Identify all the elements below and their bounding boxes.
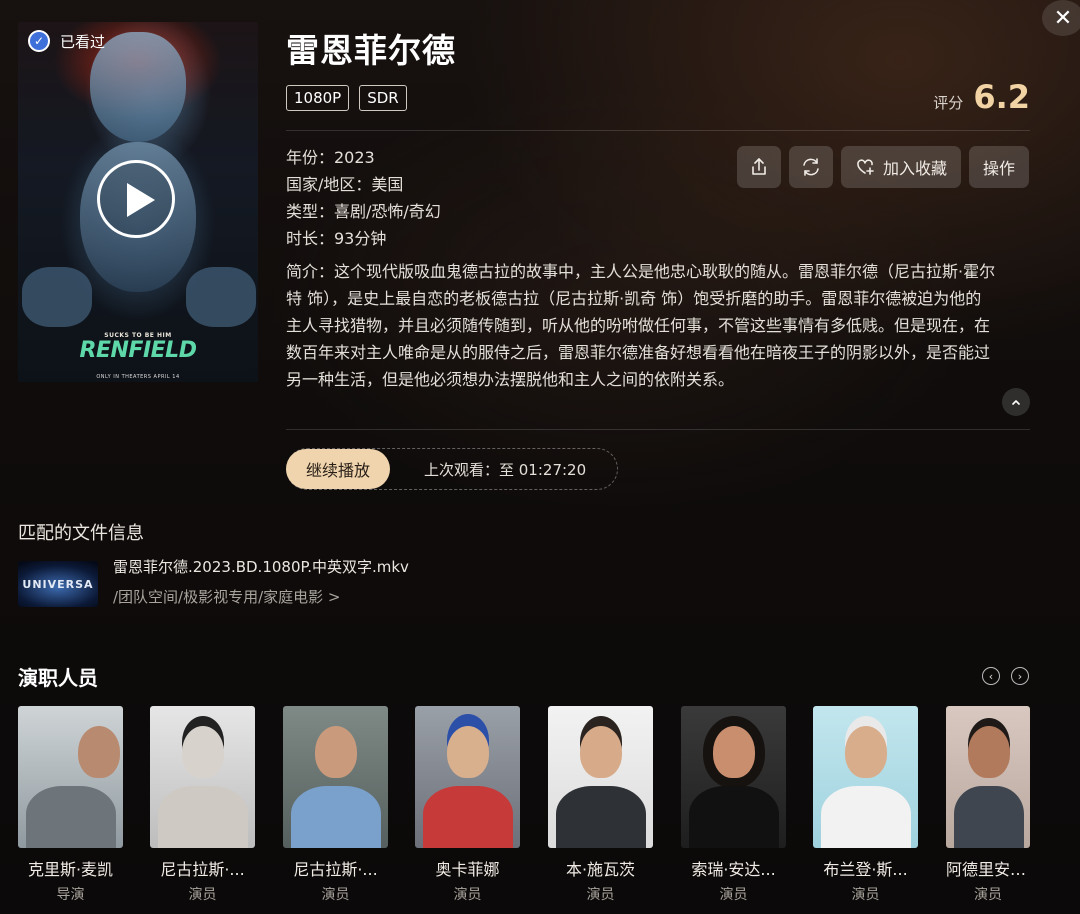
file-name[interactable]: 雷恩菲尔德.2023.BD.1080P.中英双字.mkv [113, 556, 409, 577]
cast-photo [415, 706, 520, 848]
page-title: 雷恩菲尔德 [286, 31, 456, 70]
heart-plus-icon [857, 159, 874, 175]
cast-role: 演员 [719, 887, 748, 903]
file-thumbnail-text: UNIVERSA [22, 577, 94, 591]
cast-role: 导演 [56, 887, 85, 903]
action-bar: 加入收藏 操作 [737, 146, 1030, 188]
cast-role: 演员 [453, 887, 482, 903]
cast-name: 克里斯·麦凯 [27, 860, 114, 879]
share-icon [752, 158, 766, 175]
resume-bar: 继续播放 上次观看：至 01:27:20 [286, 448, 618, 490]
divider [286, 429, 1030, 430]
play-button[interactable] [97, 160, 175, 238]
watched-label: 已看过 [60, 32, 106, 51]
cast-name: 布兰登·斯... [823, 860, 908, 879]
refresh-icon [803, 158, 819, 176]
meta-year: 年份：2023 [286, 148, 375, 167]
rating: 评分 6.2 [920, 78, 1030, 116]
cast-name: 本·施瓦茨 [565, 860, 636, 879]
cast-card[interactable]: 本·施瓦茨 演员 [548, 706, 653, 904]
rating-value: 6.2 [973, 78, 1030, 116]
cast-name: 奥卡菲娜 [435, 860, 500, 879]
cast-photo [18, 706, 123, 848]
refresh-button[interactable] [789, 146, 833, 188]
watched-indicator: ✓ 已看过 [28, 30, 105, 52]
chevron-right-icon: › [1017, 669, 1023, 683]
operate-button[interactable]: 操作 [969, 146, 1030, 188]
cast-photo [946, 706, 1030, 848]
quality-badges: 1080P SDR [286, 85, 407, 111]
close-button[interactable]: ✕ [1042, 0, 1080, 36]
cast-card[interactable]: 奥卡菲娜 演员 [415, 706, 520, 904]
meta-genre: 类型：喜剧/恐怖/奇幻 [286, 202, 441, 221]
chevron-up-icon [1012, 400, 1020, 405]
cast-role: 演员 [851, 887, 880, 903]
cast-name: 阿德里安·... [946, 860, 1030, 879]
file-thumbnail[interactable]: UNIVERSA [18, 561, 98, 607]
cast-card[interactable]: 尼古拉斯·... 演员 [283, 706, 388, 904]
meta-duration: 时长：93分钟 [286, 229, 387, 248]
resume-play-button[interactable]: 继续播放 [286, 449, 390, 489]
cast-photo [813, 706, 918, 848]
last-watched-info: 上次观看：至 01:27:20 [424, 460, 587, 479]
cast-card[interactable]: 克里斯·麦凯 导演 [18, 706, 123, 904]
check-icon: ✓ [28, 30, 50, 52]
rating-label: 评分 [933, 94, 964, 112]
cast-photo [548, 706, 653, 848]
meta-region: 国家/地区：美国 [286, 175, 404, 194]
cast-role: 演员 [974, 887, 1002, 903]
cast-photo [283, 706, 388, 848]
cast-card[interactable]: 布兰登·斯... 演员 [813, 706, 918, 904]
poster-logo: RENFIELD [79, 338, 197, 363]
movie-poster[interactable]: SUCKS TO BE HIM RENFIELD ONLY IN THEATER… [18, 22, 258, 382]
divider [286, 130, 1030, 131]
dynamic-range-badge: SDR [359, 85, 407, 111]
cast-name: 尼古拉斯·... [293, 860, 378, 879]
cast-name: 尼古拉斯·... [160, 860, 245, 879]
poster-hand-right [186, 267, 256, 327]
cast-prev-button[interactable]: ‹ [982, 667, 1000, 685]
description: 简介：这个现代版吸血鬼德古拉的故事中，主人公是他忠心耿耿的随从。雷恩菲尔德（尼古… [286, 262, 996, 389]
collapse-description-button[interactable] [1002, 388, 1030, 416]
poster-hand-left [22, 267, 92, 327]
file-section-title: 匹配的文件信息 [18, 523, 144, 544]
share-button[interactable] [737, 146, 781, 188]
close-icon: ✕ [1053, 5, 1073, 31]
cast-card[interactable]: 尼古拉斯·... 演员 [150, 706, 255, 904]
file-path-link[interactable]: /团队空间/极影视专用/家庭电影 > [113, 586, 341, 607]
cast-role: 演员 [321, 887, 350, 903]
operate-label: 操作 [983, 159, 1016, 178]
cast-name: 索瑞·安达... [691, 860, 776, 879]
play-icon [127, 183, 155, 217]
add-favorite-button[interactable]: 加入收藏 [841, 146, 962, 188]
cast-section-title: 演职人员 [18, 666, 98, 690]
cast-photo [681, 706, 786, 848]
cast-card[interactable]: 阿德里安·... 演员 [946, 706, 1030, 904]
cast-next-button[interactable]: › [1011, 667, 1029, 685]
cast-role: 演员 [188, 887, 217, 903]
poster-release-text: ONLY IN THEATERS APRIL 14 [96, 374, 180, 380]
cast-role: 演员 [586, 887, 615, 903]
resolution-badge: 1080P [286, 85, 350, 111]
add-favorite-label: 加入收藏 [883, 159, 948, 178]
chevron-left-icon: ‹ [988, 669, 994, 683]
cast-card[interactable]: 索瑞·安达... 演员 [681, 706, 786, 904]
cast-photo [150, 706, 255, 848]
